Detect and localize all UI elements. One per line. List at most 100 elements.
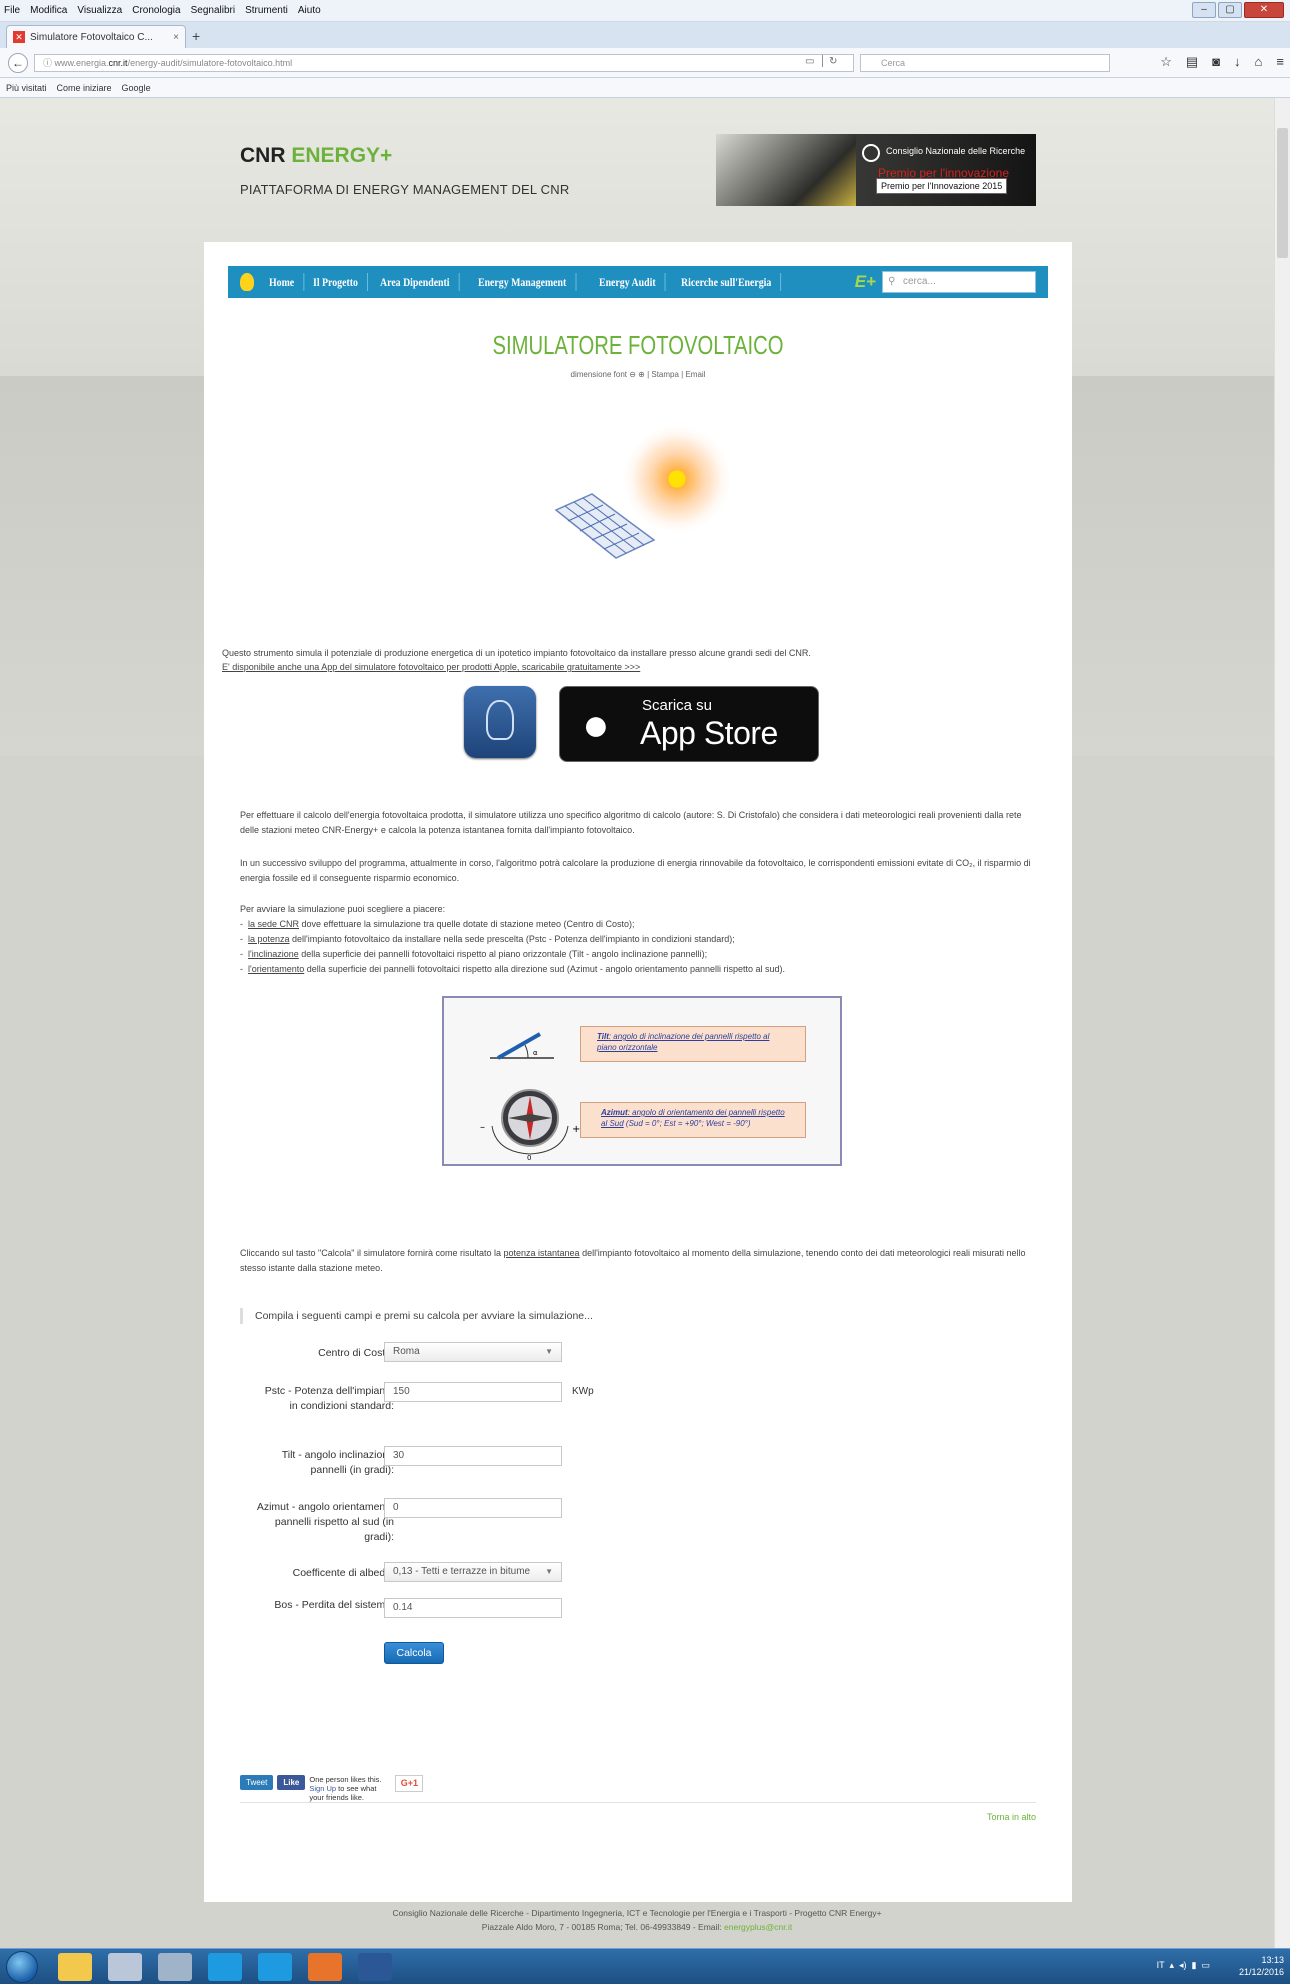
word-icon[interactable] <box>358 1953 392 1981</box>
award-photo <box>716 134 856 206</box>
close-window-icon[interactable]: ✕ <box>1244 2 1284 18</box>
azimut-input[interactable]: 0 <box>384 1498 562 1518</box>
list-item: - l'inclinazione della superficie dei pa… <box>240 949 708 959</box>
menu-cronologia[interactable]: Cronologia <box>132 5 180 16</box>
menu-aiuto[interactable]: Aiuto <box>298 5 321 16</box>
browser-search-bar[interactable]: Cerca <box>860 54 1110 72</box>
page-viewport: CNR ENERGY+ PIATTAFORMA DI ENERGY MANAGE… <box>0 98 1274 1948</box>
scrollbar[interactable] <box>1274 98 1290 1948</box>
app-icon[interactable] <box>464 686 536 758</box>
bookmark-most-visited[interactable]: Più visitati <box>6 83 47 93</box>
brand-main: CNR <box>240 144 286 167</box>
app-link[interactable]: E' disponibile anche una App del simulat… <box>222 660 1052 674</box>
svg-text:α: α <box>533 1049 538 1057</box>
skype-icon-2[interactable] <box>258 1953 292 1981</box>
browser-tab[interactable]: ✕ Simulatore Fotovoltaico C... × <box>6 25 186 48</box>
list-item-link[interactable]: la sede CNR <box>248 919 299 929</box>
nav-energy-management[interactable]: Energy Management <box>469 273 577 291</box>
menu-icon[interactable]: ≡ <box>1276 54 1284 70</box>
sign-up-link[interactable]: Sign Up <box>309 1784 336 1793</box>
tilt-input[interactable]: 30 <box>384 1446 562 1466</box>
skype-icon[interactable] <box>208 1953 242 1981</box>
new-tab-icon[interactable]: + <box>192 28 200 44</box>
menu-file[interactable]: File <box>4 5 20 16</box>
page-tools[interactable]: dimensione font ⊖ ⊕ | Stampa | Email <box>204 370 1072 379</box>
award-banner[interactable]: Consiglio Nazionale delle Ricerche Premi… <box>716 134 1036 206</box>
bos-input[interactable]: 0.14 <box>384 1598 562 1618</box>
clock[interactable]: 13:13 21/12/2016 <box>1239 1954 1284 1978</box>
nav-home[interactable]: Home <box>260 273 304 291</box>
tab-title: Simulatore Fotovoltaico C... <box>30 31 153 43</box>
menu-visualizza[interactable]: Visualizza <box>77 5 122 16</box>
site-search-input[interactable]: ⚲ cerca... <box>882 271 1036 293</box>
list-item: - l'orientamento della superficie dei pa… <box>240 964 786 974</box>
result-paragraph: Cliccando sul tasto "Calcola" il simulat… <box>240 1246 1040 1276</box>
site-brand[interactable]: CNR ENERGY+ PIATTAFORMA DI ENERGY MANAGE… <box>240 144 569 197</box>
appstore-small-text: Scarica su <box>642 697 713 714</box>
bookmark-google[interactable]: Google <box>122 83 151 93</box>
footer-email-link[interactable]: energyplus@cnr.it <box>724 1922 792 1932</box>
facebook-like-button[interactable]: Like <box>277 1775 306 1790</box>
azimut-caption-values: (Sud = 0°; Est = +90°; West = -90°) <box>623 1119 751 1128</box>
like-text: One person likes this. Sign Up to see wh… <box>309 1775 391 1802</box>
close-tab-icon[interactable]: × <box>173 32 179 43</box>
list-item: - la potenza dell'impianto fotovoltaico … <box>240 934 735 944</box>
potenza-istantanea-link[interactable]: potenza istantanea <box>504 1248 580 1258</box>
calcola-button[interactable]: Calcola <box>384 1642 444 1664</box>
list-item-link[interactable]: l'orientamento <box>248 964 304 974</box>
app-icon-3[interactable] <box>158 1953 192 1981</box>
list-item-text: dell'impianto fotovoltaico da installare… <box>289 934 735 944</box>
menu-strumenti[interactable]: Strumenti <box>245 5 288 16</box>
footer-address: Piazzale Aldo Moro, 7 - 00185 Roma; Tel.… <box>481 1922 725 1932</box>
system-tray-icons[interactable]: IT ▴ ◂) ▮ ▭ <box>1157 1960 1210 1971</box>
tilt-caption-bold: Tilt <box>597 1032 609 1041</box>
tweet-button[interactable]: Tweet <box>240 1775 274 1790</box>
divider <box>240 1802 1036 1803</box>
list-item-link[interactable]: la potenza <box>248 934 290 944</box>
app-store-badge[interactable]: ● Scarica su App Store <box>559 686 819 762</box>
browser-search-placeholder: Cerca <box>881 58 906 68</box>
pstc-unit: KWp <box>572 1386 594 1397</box>
search-icon: ⚲ <box>888 276 896 287</box>
language-indicator[interactable]: IT <box>1157 1960 1165 1970</box>
list-item-link[interactable]: l'inclinazione <box>248 949 299 959</box>
list-item-text: della superficie dei pannelli fotovoltai… <box>298 949 708 959</box>
back-to-top-link[interactable]: Torna in alto <box>987 1812 1036 1822</box>
firefox-icon[interactable] <box>308 1953 342 1981</box>
centro-select-value: Roma <box>393 1346 420 1357</box>
tilt-caption: Tilt: angolo di inclinazione dei pannell… <box>580 1026 806 1062</box>
centro-select[interactable]: Roma ▼ <box>384 1342 562 1362</box>
reader-reload-icons[interactable]: ▭ │ ↻ <box>805 56 837 67</box>
nav-area-dipendenti[interactable]: Area Dipendenti <box>371 273 460 291</box>
bookmark-star-icon[interactable]: ☆ <box>1160 54 1172 70</box>
maximize-icon[interactable]: ▢ <box>1218 2 1242 18</box>
nav-progetto[interactable]: Il Progetto <box>304 273 368 291</box>
taskbar: IT ▴ ◂) ▮ ▭ 13:13 21/12/2016 <box>0 1948 1290 1984</box>
download-icon[interactable]: ↓ <box>1234 54 1241 70</box>
nav-energy-audit[interactable]: Energy Audit <box>590 273 666 291</box>
menu-segnalibri[interactable]: Segnalibri <box>191 5 235 16</box>
description-paragraph-2: In un successivo sviluppo del programma,… <box>240 858 1031 883</box>
start-button[interactable] <box>6 1951 38 1983</box>
back-icon[interactable]: ← <box>8 53 28 73</box>
explorer-icon[interactable] <box>58 1953 92 1981</box>
google-plus-button[interactable]: G+1 <box>395 1775 424 1792</box>
albedo-select[interactable]: 0,13 - Tetti e terrazze in bitume ▼ <box>384 1562 562 1582</box>
chevron-down-icon: ▼ <box>545 1347 553 1356</box>
navigation-toolbar: ← ⓘ www.energia.cnr.it/energy-audit/simu… <box>0 48 1290 78</box>
site-title: CNR ENERGY+ <box>240 144 569 168</box>
library-icon[interactable]: ▤ <box>1186 54 1198 70</box>
pocket-icon[interactable]: ◙ <box>1212 54 1220 70</box>
minimize-icon[interactable]: – <box>1192 2 1216 18</box>
tilt-angle-icon: α <box>490 1032 554 1060</box>
app-icon-2[interactable] <box>108 1953 142 1981</box>
home-icon[interactable]: ⌂ <box>1255 54 1263 70</box>
nav-ricerche[interactable]: Ricerche sull'Energia <box>672 273 782 291</box>
scrollbar-thumb[interactable] <box>1277 128 1288 258</box>
pstc-input[interactable]: 150 <box>384 1382 562 1402</box>
info-icon[interactable]: ⓘ <box>43 58 55 68</box>
parameter-list-title: Per avviare la simulazione puoi sceglier… <box>240 904 446 914</box>
bookmark-getting-started[interactable]: Come iniziare <box>57 83 112 93</box>
url-bar[interactable]: ⓘ www.energia.cnr.it/energy-audit/simula… <box>34 54 854 72</box>
menu-modifica[interactable]: Modifica <box>30 5 67 16</box>
